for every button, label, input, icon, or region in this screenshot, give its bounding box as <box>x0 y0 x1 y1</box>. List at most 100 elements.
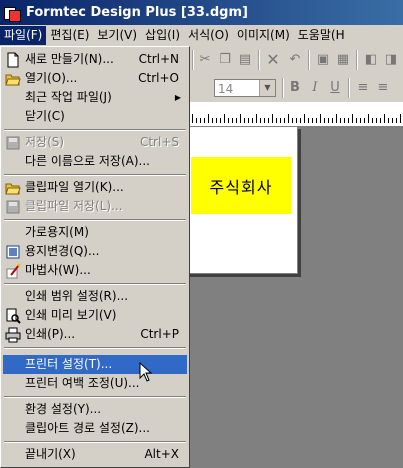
ruler-tick <box>304 114 305 123</box>
ruler-tick <box>192 114 193 123</box>
menu-format[interactable]: 서식(O) <box>184 26 233 45</box>
menu-print-label: 인쇄(P)... <box>25 327 76 341</box>
ruler-tick <box>332 118 333 123</box>
menu-save[interactable]: 저장(S) Ctrl+S <box>3 133 187 152</box>
menu-landscape[interactable]: 가로용지(M) <box>3 223 187 242</box>
font-size-select[interactable]: 14 ▼ <box>214 79 276 97</box>
ruler-tick <box>224 114 225 123</box>
menu-save-shortcut: Ctrl+S <box>139 135 179 149</box>
yellow-text-box[interactable]: 주식회사 <box>191 157 291 214</box>
menu-edit[interactable]: 편집(E) <box>46 26 93 45</box>
ruler-tick <box>320 114 321 123</box>
menu-separator <box>4 441 186 443</box>
underline-icon[interactable]: U <box>326 79 344 97</box>
menu-image[interactable]: 이미지(M) <box>233 26 294 45</box>
ruler-tick <box>312 118 313 123</box>
ruler-tick <box>280 118 281 123</box>
ruler-tick <box>252 118 253 123</box>
ruler-tick <box>324 118 325 123</box>
menu-printer-setup[interactable]: 프린터 설정(T)... <box>3 355 187 374</box>
menu-printer-margin[interactable]: 프린터 여백 조정(U)... <box>3 374 187 393</box>
align-center-icon[interactable]: ≡ <box>374 79 392 97</box>
menu-clipart-path[interactable]: 클립아트 경로 설정(Z)... <box>3 419 187 438</box>
company-text[interactable]: 주식회사 <box>210 174 273 198</box>
open-folder-icon <box>5 71 21 87</box>
ruler-tick <box>400 114 401 123</box>
submenu-arrow-icon: ▶ <box>174 93 181 102</box>
menu-save-label: 저장(S) <box>25 135 65 149</box>
ruler-tick <box>336 114 337 123</box>
ruler-tick <box>260 118 261 123</box>
save-disk-icon <box>5 135 21 151</box>
ruler-tick <box>388 118 389 123</box>
menu-view[interactable]: 보기(V) <box>93 26 141 45</box>
menu-insert[interactable]: 삽입(I) <box>141 26 184 45</box>
menu-recent[interactable]: 최근 작업 파일(J) ▶ <box>3 88 187 107</box>
ruler-tick <box>340 118 341 123</box>
menu-file[interactable]: 파일(F) <box>0 26 47 45</box>
menu-clipart-path-label: 클립아트 경로 설정(Z)... <box>25 421 150 435</box>
design-page[interactable]: 주식회사 <box>178 126 298 274</box>
italic-icon[interactable]: I <box>306 79 324 97</box>
menu-print[interactable]: 인쇄(P)... Ctrl+P <box>3 325 187 344</box>
menu-wizard[interactable]: 마법사(W)... <box>3 261 187 280</box>
ruler-tick <box>268 118 269 123</box>
ruler-tick <box>232 118 233 123</box>
menu-env-setup[interactable]: 환경 설정(Y)... <box>3 400 187 419</box>
window-title: Formtec Design Plus [33.dgm] <box>26 5 248 20</box>
standard-toolbar: ✂ ❐ ▤ ✕ ↶ ▣ ▦ ◧ ◨ <box>190 46 403 75</box>
ruler-tick <box>216 118 217 123</box>
menu-new-shortcut: Ctrl+N <box>138 52 179 66</box>
menu-open[interactable]: 열기(O)... Ctrl+O <box>3 69 187 88</box>
menu-print-preview-label: 인쇄 미리 보기(V) <box>25 308 117 322</box>
ruler-tick <box>308 118 309 123</box>
ungroup-icon[interactable]: ▦ <box>334 51 352 69</box>
mouse-cursor-icon <box>139 362 153 382</box>
menu-close[interactable]: 닫기(C) <box>3 107 187 126</box>
format-toolbar: 14 ▼ B I U ≡ ≡ <box>190 74 403 103</box>
send-back-icon[interactable]: ◨ <box>382 51 400 69</box>
print-preview-icon <box>5 308 21 324</box>
ruler-tick <box>364 118 365 123</box>
printer-icon <box>5 327 21 343</box>
save-disk-icon <box>5 199 21 215</box>
menu-landscape-label: 가로용지(M) <box>25 225 89 239</box>
menu-exit[interactable]: 끝내기(X) Alt+X <box>3 445 187 464</box>
menu-save-as-label: 다른 이름으로 저장(A)... <box>25 154 150 168</box>
menu-separator <box>4 174 186 176</box>
menu-clip-open[interactable]: 클립파일 열기(K)... <box>3 178 187 197</box>
ruler-tick <box>348 118 349 123</box>
menu-separator <box>4 347 186 349</box>
undo-icon[interactable]: ↶ <box>286 51 304 69</box>
ruler-tick <box>256 114 257 123</box>
menu-recent-label: 최근 작업 파일(J) <box>25 90 112 104</box>
align-left-icon[interactable]: ≡ <box>354 79 372 97</box>
menu-save-as[interactable]: 다른 이름으로 저장(A)... <box>3 152 187 171</box>
delete-icon[interactable]: ✕ <box>264 51 282 69</box>
menu-help[interactable]: 도움말(H <box>294 26 349 45</box>
ruler-tick <box>296 118 297 123</box>
menu-clip-save[interactable]: 클립파일 저장(L)... <box>3 197 187 216</box>
bring-front-icon[interactable]: ◧ <box>362 51 380 69</box>
bold-icon[interactable]: B <box>286 79 304 97</box>
ruler-tick <box>356 118 357 123</box>
menu-print-range[interactable]: 인쇄 범위 설정(R)... <box>3 287 187 306</box>
copy-icon[interactable]: ❐ <box>216 51 234 69</box>
ruler-tick <box>352 114 353 123</box>
menu-paper-change[interactable]: 용지변경(Q)... <box>3 242 187 261</box>
menu-new[interactable]: 새로 만들기(N)... Ctrl+N <box>3 50 187 69</box>
paste-icon[interactable]: ▤ <box>236 51 254 69</box>
ruler-tick <box>344 118 345 123</box>
app-logo-icon[interactable] <box>4 5 21 22</box>
wizard-icon <box>5 263 21 279</box>
ruler-tick <box>396 118 397 123</box>
cut-icon[interactable]: ✂ <box>196 51 214 69</box>
menu-new-label: 새로 만들기(N)... <box>25 52 114 66</box>
font-size-value: 14 <box>218 82 234 96</box>
menu-separator <box>4 129 186 131</box>
menu-print-preview[interactable]: 인쇄 미리 보기(V) <box>3 306 187 325</box>
group-icon[interactable]: ▣ <box>314 51 332 69</box>
ruler-tick <box>392 118 393 123</box>
menu-wizard-label: 마법사(W)... <box>25 263 91 277</box>
chevron-down-icon[interactable]: ▼ <box>259 80 275 96</box>
